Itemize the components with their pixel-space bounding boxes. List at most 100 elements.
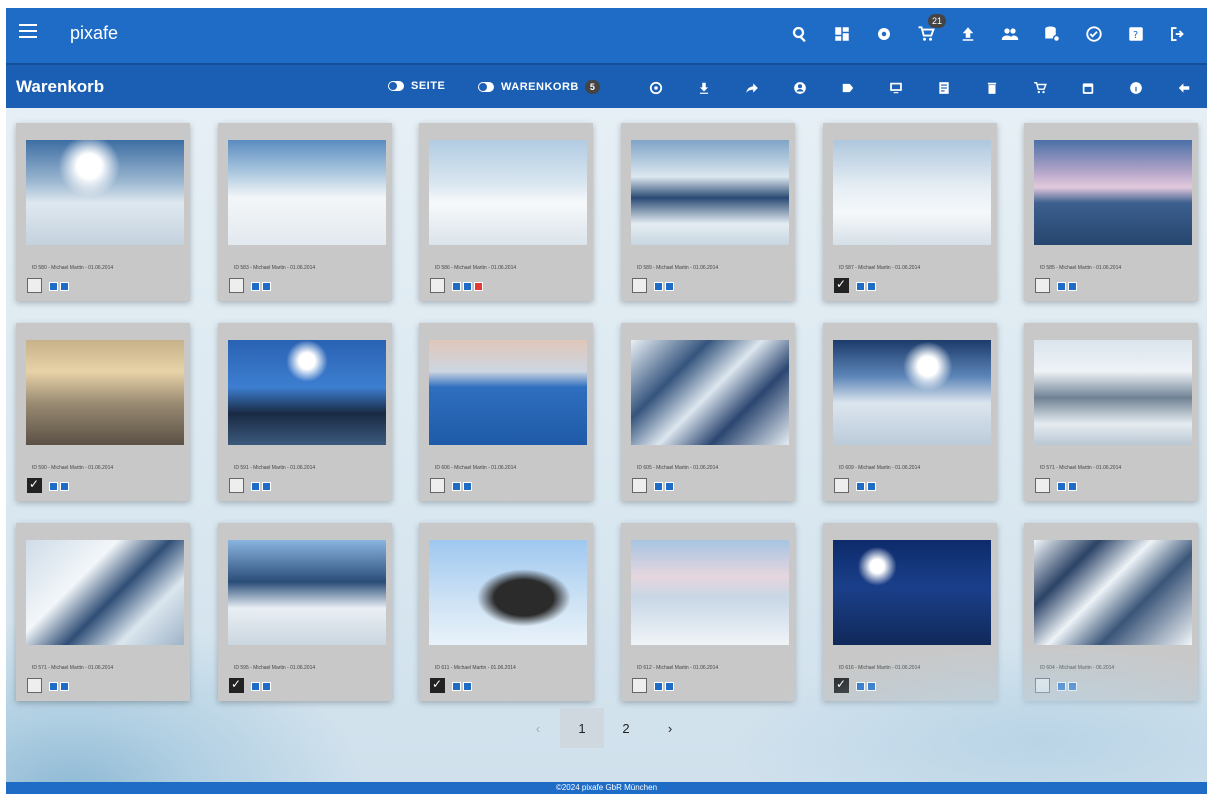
edit-badge-icon[interactable] — [463, 282, 472, 291]
info-badge-icon[interactable] — [1057, 282, 1066, 291]
edit-badge-icon[interactable] — [665, 282, 674, 291]
image-card[interactable]: ID 595 - Michael Martin - 01.06.2014 — [218, 523, 392, 701]
edit-badge-icon[interactable] — [867, 682, 876, 691]
info-badge-icon[interactable] — [49, 482, 58, 491]
thumbnail-image[interactable] — [26, 140, 184, 245]
edit-badge-icon[interactable] — [867, 482, 876, 491]
edit-badge-icon[interactable] — [60, 282, 69, 291]
thumbnail-image[interactable] — [228, 140, 386, 245]
info-badge-icon[interactable] — [654, 682, 663, 691]
image-card[interactable]: ID 605 - Michael Martin - 01.06.2014 — [621, 323, 795, 501]
select-checkbox[interactable] — [229, 677, 244, 693]
edit-badge-icon[interactable] — [665, 482, 674, 491]
thumbnail-image[interactable] — [631, 540, 789, 645]
thumbnail-image[interactable] — [833, 340, 991, 445]
edit-badge-icon[interactable] — [262, 482, 271, 491]
select-checkbox[interactable] — [229, 478, 244, 493]
info-badge-icon[interactable] — [856, 682, 865, 691]
thumbnail-image[interactable] — [833, 140, 991, 245]
image-card[interactable]: ID 611 - Michael Martin - 01.06.2014 — [419, 523, 593, 701]
image-card[interactable]: ID 585 - Michael Martin - 01.06.2014 — [1024, 123, 1198, 301]
image-card[interactable]: ID 589 - Michael Martin - 01.06.2014 — [621, 123, 795, 301]
select-checkbox[interactable] — [632, 678, 647, 693]
next-page-button[interactable]: › — [648, 708, 692, 748]
select-checkbox[interactable] — [1035, 678, 1050, 693]
image-card[interactable]: ID 609 - Michael Martin - 01.06.2014 — [823, 323, 997, 501]
page-1-button[interactable]: 1 — [560, 708, 604, 748]
menu-icon[interactable] — [19, 24, 37, 38]
image-card[interactable]: ID 571 - Michael Martin - 01.06.2014 — [16, 523, 190, 701]
info-badge-icon[interactable] — [49, 682, 58, 691]
select-checkbox[interactable] — [430, 677, 445, 693]
search-icon[interactable] — [779, 20, 821, 48]
info-badge-icon[interactable] — [251, 482, 260, 491]
label-icon[interactable] — [824, 78, 872, 98]
info-badge-icon[interactable] — [1057, 482, 1066, 491]
close-circle-icon[interactable] — [632, 78, 680, 98]
info-badge-icon[interactable] — [654, 482, 663, 491]
thumbnail-image[interactable] — [26, 540, 184, 645]
image-card[interactable]: ID 616 - Michael Martin - 01.06.2014 — [823, 523, 997, 701]
info-badge-icon[interactable] — [452, 682, 461, 691]
download-icon[interactable] — [680, 78, 728, 98]
image-card[interactable]: ID 586 - Michael Martin - 01.06.2014 — [419, 123, 593, 301]
toggle-cart[interactable]: WARENKORB 5 — [478, 80, 601, 94]
document-icon[interactable] — [920, 78, 968, 98]
thumbnail-image[interactable] — [228, 340, 386, 445]
edit-badge-icon[interactable] — [665, 682, 674, 691]
image-card[interactable]: ID 587 - Michael Martin - 01.06.2014 — [823, 123, 997, 301]
select-checkbox[interactable] — [632, 278, 647, 293]
thumbnail-image[interactable] — [1034, 340, 1192, 445]
edit-badge-icon[interactable] — [262, 282, 271, 291]
thumbnail-image[interactable] — [228, 540, 386, 645]
select-checkbox[interactable] — [27, 278, 42, 293]
thumbnail-image[interactable] — [26, 340, 184, 445]
select-checkbox[interactable] — [27, 477, 42, 493]
image-card[interactable]: ID 604 - Michael Martin - 06.2014 — [1024, 523, 1198, 701]
select-checkbox[interactable] — [430, 478, 445, 493]
thumbnail-image[interactable] — [833, 540, 991, 645]
edit-badge-icon[interactable] — [60, 482, 69, 491]
calendar-icon[interactable] — [1064, 78, 1112, 98]
info-badge-icon[interactable] — [452, 482, 461, 491]
edit-badge-icon[interactable] — [60, 682, 69, 691]
info-badge-icon[interactable] — [452, 282, 461, 291]
select-checkbox[interactable] — [834, 677, 849, 693]
thumbnail-image[interactable] — [631, 340, 789, 445]
select-checkbox[interactable] — [1035, 478, 1050, 493]
info-badge-icon[interactable] — [251, 682, 260, 691]
back-arrow-icon[interactable] — [1160, 78, 1207, 98]
select-checkbox[interactable] — [430, 278, 445, 293]
monitor-icon[interactable] — [872, 78, 920, 98]
share-icon[interactable] — [728, 78, 776, 98]
info-badge-icon[interactable] — [856, 482, 865, 491]
settings-icon[interactable] — [863, 20, 905, 48]
select-checkbox[interactable] — [834, 277, 849, 293]
edit-badge-icon[interactable] — [1068, 682, 1077, 691]
info-badge-icon[interactable] — [251, 282, 260, 291]
app-brand[interactable]: pixafe — [70, 23, 118, 44]
select-checkbox[interactable] — [229, 278, 244, 293]
upload-icon[interactable] — [947, 20, 989, 48]
page-2-button[interactable]: 2 — [604, 708, 648, 748]
image-card[interactable]: ID 606 - Michael Martin - 01.06.2014 — [419, 323, 593, 501]
toggle-page[interactable]: SEITE — [388, 80, 445, 92]
edit-badge-icon[interactable] — [463, 682, 472, 691]
image-card[interactable]: ID 571 - Michael Martin - 01.06.2014 — [1024, 323, 1198, 501]
select-checkbox[interactable] — [27, 678, 42, 693]
image-card[interactable]: ID 612 - Michael Martin - 01.06.2014 — [621, 523, 795, 701]
image-card[interactable]: ID 583 - Michael Martin - 01.06.2014 — [218, 123, 392, 301]
dashboard-icon[interactable] — [821, 20, 863, 48]
delete-icon[interactable] — [968, 78, 1016, 98]
info-icon[interactable] — [1112, 78, 1160, 98]
info-badge-icon[interactable] — [856, 282, 865, 291]
thumbnail-image[interactable] — [631, 140, 789, 245]
edit-badge-icon[interactable] — [262, 682, 271, 691]
person-icon[interactable] — [776, 78, 824, 98]
image-card[interactable]: ID 590 - Michael Martin - 01.06.2014 — [16, 323, 190, 501]
info-badge-icon[interactable] — [1057, 682, 1066, 691]
logout-icon[interactable] — [1157, 20, 1199, 48]
thumbnail-image[interactable] — [1034, 540, 1192, 645]
prev-page-button[interactable]: ‹ — [516, 708, 560, 748]
database-settings-icon[interactable] — [1031, 20, 1073, 48]
